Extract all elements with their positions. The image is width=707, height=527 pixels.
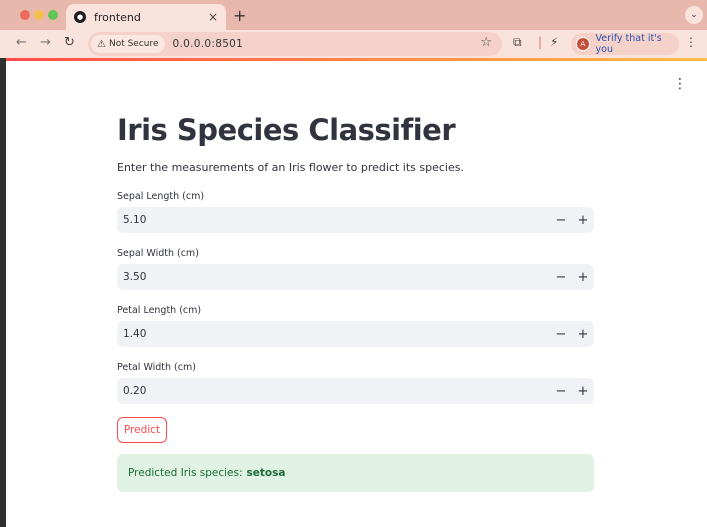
page-title: Iris Species Classifier xyxy=(117,113,456,147)
sepal-length-label: Sepal Length (cm) xyxy=(117,191,205,202)
petal-length-increment-button[interactable]: + xyxy=(572,321,594,347)
petal-width-input[interactable]: 0.20 − + xyxy=(117,378,594,404)
url-text: 0.0.0.0:8501 xyxy=(172,38,244,50)
petal-length-decrement-button[interactable]: − xyxy=(550,321,572,347)
star-icon[interactable]: ☆ xyxy=(480,35,492,50)
avatar: A xyxy=(576,37,590,51)
browser-menu-icon[interactable]: ⋮ xyxy=(685,35,697,49)
security-label: Not Secure xyxy=(108,39,159,49)
forward-icon[interactable]: → xyxy=(40,35,51,50)
petal-width-label: Petal Width (cm) xyxy=(117,362,196,373)
profile-chip[interactable]: A Verify that it's you xyxy=(571,33,679,55)
prediction-result-alert: Predicted Iris species: setosa xyxy=(117,454,594,492)
minimize-window-button[interactable] xyxy=(34,10,44,20)
petal-length-value[interactable]: 1.40 xyxy=(117,328,550,340)
tab-close-icon[interactable]: × xyxy=(208,10,218,24)
back-icon[interactable]: ← xyxy=(16,35,27,50)
petal-width-increment-button[interactable]: + xyxy=(572,378,594,404)
close-window-button[interactable] xyxy=(20,10,30,20)
tab-search-chevron-icon[interactable]: ⌄ xyxy=(685,6,703,24)
petal-width-value[interactable]: 0.20 xyxy=(117,385,550,397)
warning-icon: ⚠ xyxy=(97,38,106,50)
petal-width-decrement-button[interactable]: − xyxy=(550,378,572,404)
sepal-width-value[interactable]: 3.50 xyxy=(117,271,550,283)
sepal-length-value[interactable]: 5.10 xyxy=(117,214,550,226)
sepal-width-increment-button[interactable]: + xyxy=(572,264,594,290)
sepal-length-increment-button[interactable]: + xyxy=(572,207,594,233)
zoom-window-button[interactable] xyxy=(48,10,58,20)
kebab-menu-icon[interactable]: ⋮ xyxy=(673,77,687,91)
address-bar[interactable]: ⚠ Not Secure 0.0.0.0:8501 ☆ xyxy=(88,32,502,56)
new-tab-button[interactable]: + xyxy=(233,6,246,25)
sepal-width-label: Sepal Width (cm) xyxy=(117,248,199,259)
sepal-length-input[interactable]: 5.10 − + xyxy=(117,207,594,233)
browser-toolbar: ← → ↻ ⚠ Not Secure 0.0.0.0:8501 ☆ ⧉ | ⚡ … xyxy=(0,30,707,58)
browser-window: ● frontend × + ⌄ ← → ↻ ⚠ Not Secure 0.0.… xyxy=(0,0,707,527)
streamlit-favicon-icon: ● xyxy=(74,11,86,23)
predict-button[interactable]: Predict xyxy=(117,417,167,443)
tab-frontend[interactable]: ● frontend × xyxy=(66,4,226,30)
tab-title: frontend xyxy=(94,10,141,24)
sepal-width-input[interactable]: 3.50 − + xyxy=(117,264,594,290)
result-prefix: Predicted Iris species: xyxy=(128,467,243,479)
performance-icon[interactable]: ⚡ xyxy=(550,35,558,49)
tab-strip: ● frontend × + ⌄ xyxy=(0,0,707,30)
reload-icon[interactable]: ↻ xyxy=(64,35,75,50)
result-species: setosa xyxy=(246,467,286,479)
petal-length-label: Petal Length (cm) xyxy=(117,305,202,316)
sepal-length-decrement-button[interactable]: − xyxy=(550,207,572,233)
app-page: ⋮ Iris Species Classifier Enter the meas… xyxy=(6,61,707,527)
petal-length-input[interactable]: 1.40 − + xyxy=(117,321,594,347)
security-chip[interactable]: ⚠ Not Secure xyxy=(91,35,165,53)
sepal-width-decrement-button[interactable]: − xyxy=(550,264,572,290)
profile-verify-text: Verify that it's you xyxy=(595,33,662,55)
extensions-icon[interactable]: ⧉ xyxy=(513,35,522,50)
page-subtitle: Enter the measurements of an Iris flower… xyxy=(117,161,464,174)
toolbar-divider: | xyxy=(538,35,543,49)
